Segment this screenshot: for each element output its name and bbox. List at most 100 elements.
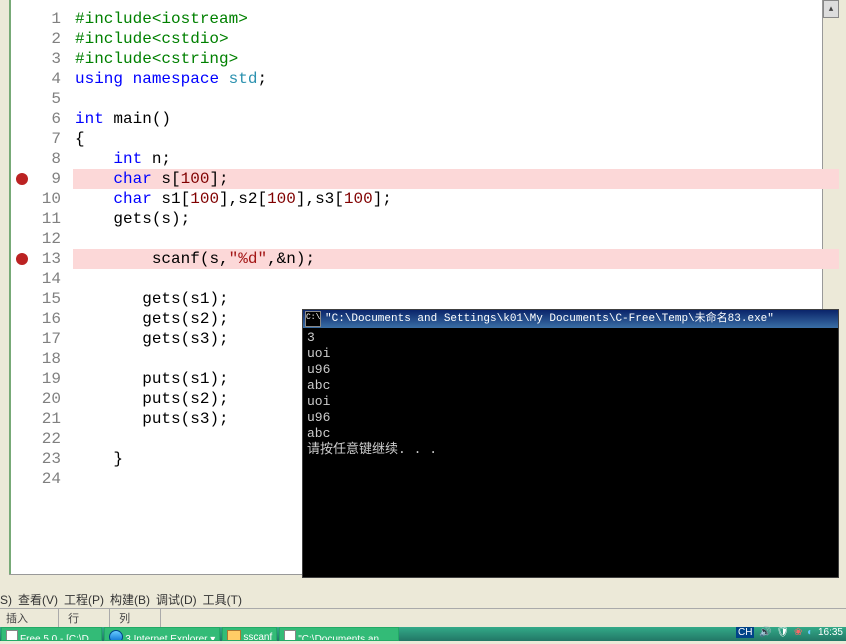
lang-indicator[interactable]: CH (736, 627, 754, 638)
line-number: 23 (42, 449, 67, 469)
taskbar[interactable]: Free 5.0 - [C:\D...3 Internet Explorer ▾… (0, 627, 846, 641)
token-id (75, 150, 113, 168)
tray-icon[interactable]: ◐ (807, 627, 813, 638)
console-titlebar[interactable]: C:\ "C:\Documents and Settings\k01\My Do… (303, 310, 838, 328)
menu-item[interactable]: 构建(B) (110, 593, 150, 607)
token-id (75, 330, 142, 348)
line-number: 11 (42, 209, 67, 229)
token-kw: namespace (133, 70, 219, 88)
menu-item[interactable]: 工程(P) (64, 593, 104, 607)
line-number: 22 (42, 429, 67, 449)
token-id: s3 (315, 190, 334, 208)
line-number: 2 (51, 29, 67, 49)
token-pn: ); (171, 210, 190, 228)
code-line[interactable]: int n; (75, 149, 823, 169)
tray-icon[interactable]: 🛡 (776, 627, 789, 638)
token-id: gets (142, 310, 180, 328)
console-window[interactable]: C:\ "C:\Documents and Settings\k01\My Do… (302, 309, 839, 578)
token-pn: ); (209, 310, 228, 328)
token-id: s (209, 250, 219, 268)
line-number: 3 (51, 49, 67, 69)
menu-item[interactable]: 调试(D) (156, 593, 197, 607)
line-number: 21 (42, 409, 67, 429)
token-pn: [ (171, 170, 181, 188)
code-line[interactable]: #include<iostream> (75, 9, 823, 29)
token-id: s1 (190, 290, 209, 308)
token-pp: #include<cstring> (75, 50, 238, 68)
console-title: "C:\Documents and Settings\k01\My Docume… (325, 310, 774, 328)
token-pn: , (219, 250, 229, 268)
breakpoint-icon[interactable] (16, 173, 28, 185)
system-tray[interactable]: CH 🔊 🛡 ❀ ◐ 16:35 (733, 627, 846, 641)
taskbar-app[interactable]: 3 Internet Explorer ▾ (104, 627, 220, 641)
code-line[interactable]: #include<cstring> (75, 49, 823, 69)
line-number: 19 (42, 369, 67, 389)
token-id (75, 190, 113, 208)
token-id (75, 450, 113, 468)
menu-item[interactable]: 查看(V) (18, 593, 58, 607)
console-line: u96 (307, 410, 834, 426)
code-line[interactable] (75, 89, 823, 109)
code-line[interactable]: char s[100]; (75, 169, 823, 189)
chevron-down-icon[interactable]: ▾ (208, 634, 216, 641)
console-line: uoi (307, 346, 834, 362)
token-id: puts (142, 370, 180, 388)
token-pn: ], (219, 190, 238, 208)
token-id: s (152, 170, 171, 188)
tray-icon[interactable]: ❀ (794, 627, 802, 638)
token-kw: char (113, 170, 151, 188)
menu-bar[interactable]: S) 查看(V) 工程(P) 构建(B) 调试(D) 工具(T) (0, 591, 300, 609)
token-pn: ], (296, 190, 315, 208)
code-line[interactable]: gets(s1); (75, 289, 823, 309)
breakpoint-icon[interactable] (16, 253, 28, 265)
line-number: 8 (51, 149, 67, 169)
token-pn: ); (209, 390, 228, 408)
line-number: 13 (42, 249, 67, 269)
console-line: 3 (307, 330, 834, 346)
token-pn: ); (209, 330, 228, 348)
token-pn: ( (181, 330, 191, 348)
taskbar-app[interactable]: Free 5.0 - [C:\D... (1, 627, 102, 641)
code-line[interactable] (75, 269, 823, 289)
token-pp: #include<cstdio> (75, 30, 229, 48)
token-pn: [ (181, 190, 191, 208)
code-line[interactable]: int main() (75, 109, 823, 129)
token-num: 100 (190, 190, 219, 208)
console-output: 3uoiu96abcuoiu96abc请按任意键继续. . . (303, 328, 838, 460)
app-icon (227, 630, 241, 641)
app-icon (6, 630, 18, 641)
breakpoint-gutter[interactable] (11, 0, 37, 575)
line-number: 14 (42, 269, 67, 289)
taskbar-app[interactable]: "C:\Documents and S... (279, 627, 399, 641)
line-number: 5 (51, 89, 67, 109)
token-pn: { (75, 130, 85, 148)
token-pp: #include<iostream> (75, 10, 248, 28)
token-num: 100 (181, 170, 210, 188)
taskbar-app[interactable]: sscanf (222, 627, 277, 641)
token-id (75, 310, 142, 328)
token-pn: () (152, 110, 171, 128)
menu-item[interactable]: 工具(T) (203, 593, 242, 607)
status-row: 行 (62, 609, 110, 627)
code-line[interactable]: using namespace std; (75, 69, 823, 89)
console-line: 请按任意键继续. . . (307, 442, 834, 458)
menu-item[interactable]: S) (0, 593, 12, 607)
code-line[interactable]: scanf(s,"%d",&n); (75, 249, 823, 269)
line-number: 17 (42, 329, 67, 349)
code-line[interactable]: char s1[100],s2[100],s3[100]; (75, 189, 823, 209)
line-number: 20 (42, 389, 67, 409)
code-line[interactable]: { (75, 129, 823, 149)
clock[interactable]: 16:35 (818, 627, 843, 638)
scroll-up-icon[interactable]: ▴ (823, 0, 839, 18)
token-pn: ,& (267, 250, 286, 268)
line-number: 15 (42, 289, 67, 309)
code-line[interactable] (75, 229, 823, 249)
token-pn: ( (181, 290, 191, 308)
tray-icon[interactable]: 🔊 (759, 627, 771, 638)
token-id: s1 (190, 370, 209, 388)
console-line: uoi (307, 394, 834, 410)
code-line[interactable]: gets(s); (75, 209, 823, 229)
token-pn: } (113, 450, 123, 468)
code-line[interactable]: #include<cstdio> (75, 29, 823, 49)
line-number: 10 (42, 189, 67, 209)
